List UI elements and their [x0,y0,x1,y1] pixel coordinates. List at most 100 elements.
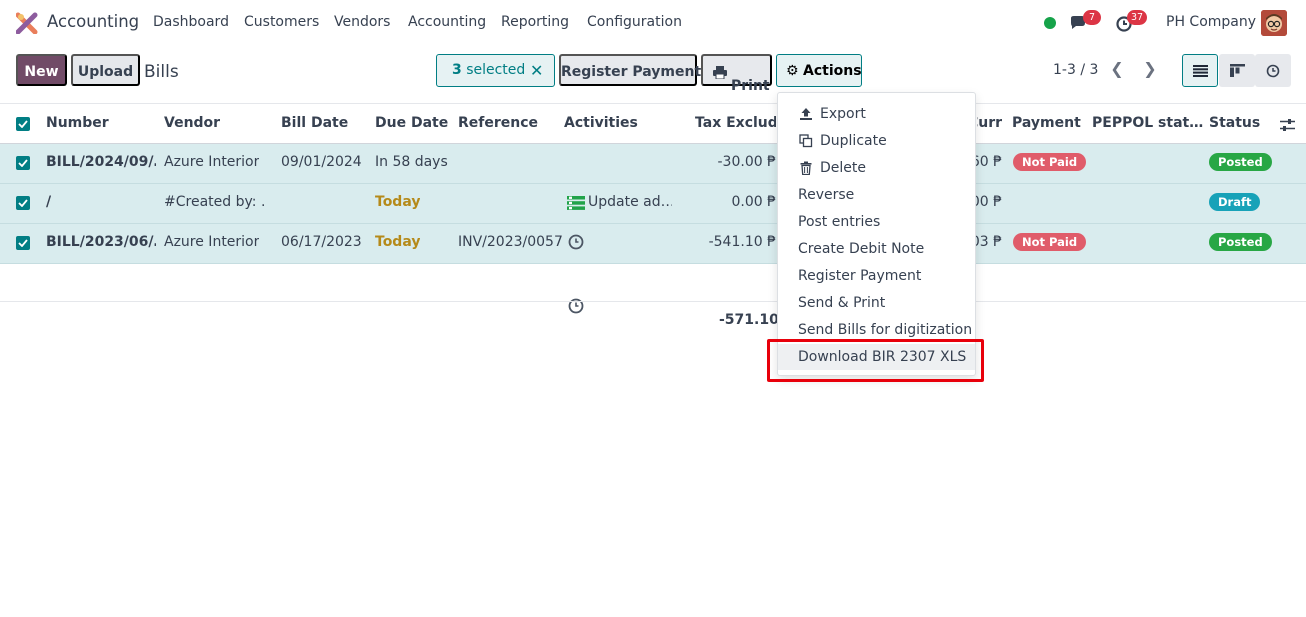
clock-icon [1266,64,1280,77]
status-badge: Posted [1209,233,1272,251]
cell-vendor: Azure Interior [164,154,260,170]
cell-due-date: Today [375,234,421,250]
status-online-icon [1044,17,1056,29]
pager-previous-icon[interactable]: ❮ [1101,54,1133,86]
activities-badge: 37 [1127,10,1148,25]
cell-reference: INV/2023/0057 [458,234,563,250]
column-peppol-status[interactable]: PEPPOL stat… [1092,115,1203,131]
menu-item-label: Send Bills for digitization [798,322,973,338]
list-view-icon [1192,64,1208,77]
upload-icon [800,108,812,120]
cell-vendor: Azure Interior [164,234,260,250]
cell-vendor: #Created by: … [164,194,264,210]
row-checkbox[interactable] [16,196,30,210]
unselect-close-icon[interactable]: ✕ [530,55,543,86]
column-number[interactable]: Number [46,115,109,131]
menu-item-send-bills-digitization[interactable]: Send Bills for digitization [778,317,975,343]
menu-item-register-payment[interactable]: Register Payment [778,263,975,289]
cell-activity[interactable]: Update ad… [588,194,672,210]
menu-item-download-bir-2307[interactable]: Download BIR 2307 XLS [778,344,975,370]
status-badge: Posted [1209,153,1272,171]
print-button[interactable]: Print [701,54,772,94]
cell-number: / [46,194,52,210]
activity-view-button[interactable] [1255,54,1291,87]
menu-item-label: Delete [820,160,866,176]
register-payment-button[interactable]: Register Payment [559,54,701,86]
trash-icon [800,161,812,175]
row-checkbox[interactable] [16,236,30,250]
selection-indicator: 3 selected ✕ [436,54,555,87]
cell-number: BILL/2023/06/… [46,234,156,250]
menu-item-duplicate[interactable]: Duplicate [778,128,975,154]
column-status[interactable]: Status [1209,115,1260,131]
pager-value[interactable]: 1-3 / 3 [1053,62,1098,78]
cell-due-date: In 58 days [375,154,448,170]
column-reference[interactable]: Reference [458,115,538,131]
menu-reporting[interactable]: Reporting [501,14,569,30]
menu-customers[interactable]: Customers [244,14,319,30]
activity-clock-icon[interactable] [568,234,584,250]
cell-tax-excluded: 0.00 ₱ [731,194,776,210]
table-header: Number Vendor Bill Date Due Date Referen… [0,104,1306,144]
menu-item-send-print[interactable]: Send & Print [778,290,975,316]
select-all-checkbox[interactable] [16,117,30,131]
accounting-app-icon[interactable] [16,12,38,34]
menu-item-create-debit-note[interactable]: Create Debit Note [778,236,975,262]
printer-icon [713,66,727,79]
gear-icon: ⚙ [786,63,799,79]
control-panel: New Upload Bills 3 selected ✕ Register P… [0,46,1306,104]
menu-vendors[interactable]: Vendors [334,14,390,30]
activity-todo-list-icon[interactable] [567,195,585,211]
menu-item-label: Register Payment [798,268,922,284]
actions-label: Actions [803,63,862,79]
menu-item-reverse[interactable]: Reverse [778,182,975,208]
cell-due-date: Today [375,194,421,210]
list-view-button[interactable] [1182,54,1218,87]
row-checkbox[interactable] [16,156,30,170]
menu-item-label: Download BIR 2307 XLS [798,349,967,365]
cell-tax-excluded: -541.10 ₱ [708,234,776,250]
column-total-in-currency[interactable]: Total in Curr… [977,115,1002,131]
menu-item-label: Duplicate [820,133,887,149]
selected-label: selected [466,62,526,78]
kanban-view-icon [1229,64,1245,77]
actions-dropdown-menu: Export Duplicate Delete Reverse Post ent… [777,92,976,376]
menu-configuration[interactable]: Configuration [587,14,682,30]
print-label: Print [731,78,770,94]
company-switcher[interactable]: PH Company [1166,14,1256,30]
user-avatar[interactable] [1261,10,1287,36]
menu-item-export[interactable]: Export [778,101,975,127]
column-due-date[interactable]: Due Date [375,115,448,131]
payment-status-badge: Not Paid [1013,153,1087,171]
menu-item-label: Create Debit Note [798,241,925,257]
new-button[interactable]: New [16,54,67,86]
top-navbar: Accounting Dashboard Customers Vendors A… [0,0,1306,46]
optional-columns-sliders-icon[interactable] [1280,118,1295,132]
app-name[interactable]: Accounting [47,12,139,31]
actions-button[interactable]: ⚙ Actions [776,54,862,87]
cell-bill-date: 09/01/2024 [281,154,362,170]
column-payment[interactable]: Payment [1012,115,1081,131]
menu-item-label: Reverse [798,187,855,203]
column-tax-excluded[interactable]: Tax Excluded [695,115,776,131]
column-bill-date[interactable]: Bill Date [281,115,348,131]
table-row[interactable]: BILL/2023/06/… Azure Interior 06/17/2023… [0,224,1306,264]
cell-number: BILL/2024/09/… [46,154,156,170]
upload-button[interactable]: Upload [71,54,140,86]
column-vendor[interactable]: Vendor [164,115,220,131]
table-row[interactable]: BILL/2024/09/… Azure Interior 09/01/2024… [0,144,1306,314]
menu-accounting[interactable]: Accounting [408,14,486,30]
totals-divider [0,301,1306,302]
menu-item-post-entries[interactable]: Post entries [778,209,975,235]
column-activities[interactable]: Activities [564,115,638,131]
menu-item-label: Send & Print [798,295,886,311]
pager-next-icon[interactable]: ❯ [1134,54,1166,86]
table-row[interactable]: / #Created by: … Today Update ad… 0.00 ₱… [0,184,1306,224]
kanban-view-button[interactable] [1219,54,1255,87]
breadcrumb: Bills [144,62,179,82]
menu-item-delete[interactable]: Delete [778,155,975,181]
menu-item-label: Post entries [798,214,881,230]
messages-badge: 7 [1083,10,1101,25]
menu-dashboard[interactable]: Dashboard [153,14,229,30]
cell-bill-date: 06/17/2023 [281,234,362,250]
